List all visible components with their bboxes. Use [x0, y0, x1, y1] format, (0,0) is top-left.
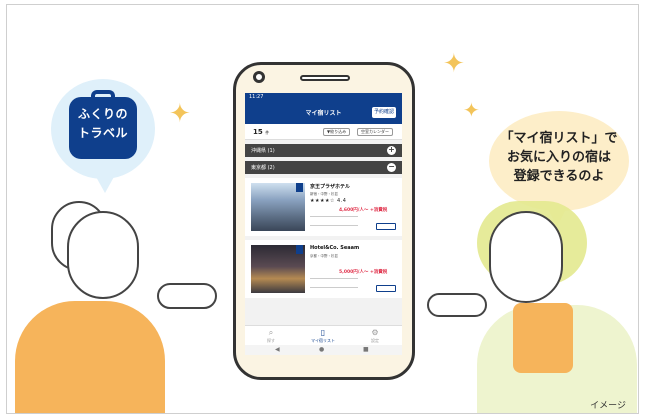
- search-icon: ⌕: [268, 328, 274, 337]
- filter-button[interactable]: ▼絞り込み: [323, 128, 351, 136]
- app-header: マイ宿リスト 予約確認: [245, 102, 402, 124]
- result-count: 15 件: [253, 128, 269, 136]
- recent-apps-icon[interactable]: ■: [363, 346, 369, 353]
- system-navigation-bar: ◀ ● ■: [245, 345, 402, 355]
- nav-label: 探す: [267, 338, 275, 343]
- speech-line-3: 登録できるのよ: [513, 169, 605, 184]
- speech-text: 「マイ宿リスト」で お気に入りの宿は 登録できるのよ: [497, 129, 621, 186]
- nav-search[interactable]: ⌕ 探す: [251, 328, 291, 344]
- logo-line-1: ふくりの: [77, 107, 128, 121]
- region-label: 東京都 (2): [251, 165, 275, 171]
- region-label: 沖縄県 (1): [251, 148, 275, 154]
- home-icon[interactable]: ●: [319, 346, 324, 353]
- expand-icon[interactable]: +: [387, 146, 396, 155]
- region-header-tokyo[interactable]: 東京都 (2) −: [245, 161, 402, 174]
- status-time: 11:27: [249, 94, 264, 100]
- count-unit: 件: [265, 130, 270, 135]
- nav-label: 設定: [371, 338, 379, 343]
- woman-left-head: [67, 211, 139, 299]
- nav-my-list[interactable]: ▯ マイ宿リスト: [303, 328, 343, 344]
- status-bar: 11:27: [245, 93, 402, 102]
- details-button[interactable]: [376, 223, 396, 230]
- count-value: 15: [253, 128, 263, 136]
- hotel-price: 5,000円/人〜 +消費税: [339, 270, 388, 275]
- hotel-description: [310, 216, 358, 226]
- back-icon[interactable]: ◀: [275, 346, 280, 353]
- bookmark-icon[interactable]: [296, 183, 303, 192]
- logo-line-2: トラベル: [77, 126, 128, 140]
- region-header-okinawa[interactable]: 沖縄県 (1) +: [245, 144, 402, 157]
- hotel-name[interactable]: 京王プラザホテル: [310, 183, 350, 190]
- bookmark-icon[interactable]: [296, 245, 303, 254]
- collapse-icon[interactable]: −: [387, 163, 396, 172]
- sparkle-icon: ✦: [443, 49, 465, 79]
- hotel-rating: ★★★★☆ 4.4: [310, 198, 347, 204]
- hotel-location: 新宿・中野・杉並: [310, 192, 338, 196]
- woman-left-pointing-hand: [157, 283, 217, 309]
- woman-right-pointing-hand: [427, 293, 487, 317]
- sparkle-icon: ✦: [463, 98, 480, 122]
- woman-left-body: [15, 301, 165, 413]
- phone-screen: 11:27 マイ宿リスト 予約確認 15 件 ▼絞り込み 空室カレンダー 沖縄県…: [245, 93, 402, 355]
- speaker-grille: [300, 75, 350, 81]
- reservation-button[interactable]: 予約確認: [372, 107, 396, 118]
- result-count-row: 15 件 ▼絞り込み 空室カレンダー: [245, 124, 402, 140]
- hotel-card[interactable]: 京王プラザホテル 新宿・中野・杉並 ★★★★☆ 4.4 4,600円/人〜 +消…: [245, 178, 402, 236]
- bottom-navigation: ⌕ 探す ▯ マイ宿リスト ⚙ 設定: [245, 325, 402, 345]
- details-button[interactable]: [376, 285, 396, 292]
- camera-icon: [253, 71, 265, 83]
- nav-label: マイ宿リスト: [311, 338, 335, 343]
- speech-line-1: 「マイ宿リスト」で: [500, 131, 618, 146]
- hotel-description: [310, 278, 358, 288]
- hotel-price: 4,600円/人〜 +消費税: [339, 208, 388, 213]
- bookmark-icon: ▯: [320, 328, 326, 337]
- woman-right-head: [489, 211, 563, 303]
- gear-icon: ⚙: [371, 328, 379, 337]
- woman-right-scarf: [513, 303, 573, 373]
- app-logo: ふくりの トラベル: [69, 97, 137, 159]
- image-caption: イメージ: [590, 401, 626, 411]
- hotel-card[interactable]: Hotel&Co. Seaam 京都・中野・杉並 5,000円/人〜 +消費税: [245, 240, 402, 298]
- hotel-name[interactable]: Hotel&Co. Seaam: [310, 245, 359, 251]
- speech-line-2: お気に入りの宿は: [506, 150, 611, 165]
- nav-settings[interactable]: ⚙ 設定: [355, 328, 395, 344]
- hotel-location: 京都・中野・杉並: [310, 254, 338, 258]
- sparkle-icon: ✦: [169, 99, 191, 129]
- availability-calendar-button[interactable]: 空室カレンダー: [357, 128, 393, 136]
